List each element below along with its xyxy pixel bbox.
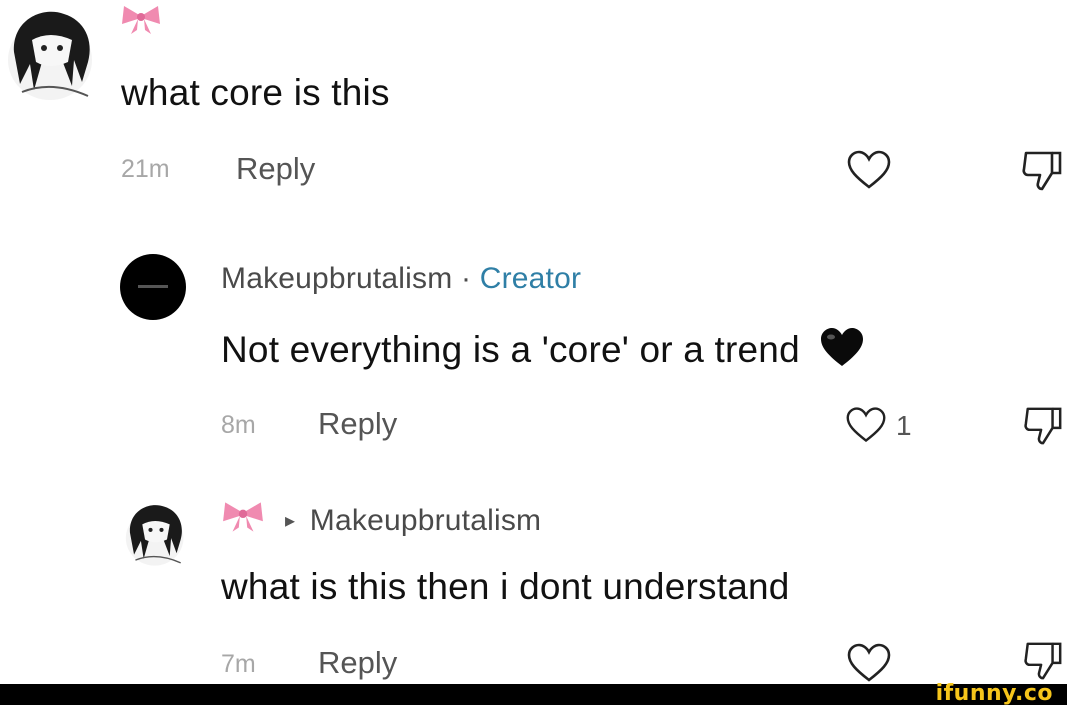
reply-to-username[interactable]: Makeupbrutalism (310, 504, 541, 537)
user-avatar[interactable] (2, 0, 102, 105)
dislike-icon[interactable] (1022, 640, 1064, 682)
brand-logo-avatar[interactable] (120, 254, 186, 320)
comment-header: Makeupbrutalism · Creator (221, 262, 581, 296)
reply-button[interactable]: Reply (236, 151, 315, 187)
reply-arrow-icon: ▸ (285, 510, 296, 532)
anime-girl-sketch-icon (8, 11, 92, 100)
comment-timestamp: 21m (121, 155, 170, 183)
username[interactable]: Makeupbrutalism (221, 262, 452, 295)
comment-text: Not everything is a 'core' or a trend (221, 329, 800, 370)
like-count: 1 (896, 410, 912, 441)
heart-icon[interactable] (846, 642, 892, 684)
reply-to-header: ▸ Makeupbrutalism (285, 504, 541, 538)
user-avatar[interactable] (121, 497, 191, 569)
dislike-icon[interactable] (1022, 405, 1064, 447)
comment-timestamp: 8m (221, 411, 256, 439)
ifunny-watermark: ifunny.co (935, 681, 1053, 706)
heart-icon[interactable] (845, 405, 887, 445)
pink-bow-icon (223, 502, 263, 532)
anime-girl-sketch-icon (125, 505, 184, 566)
heart-icon[interactable] (846, 149, 892, 191)
comment-text: what is this then i dont understand (221, 566, 790, 607)
pink-bow-icon (122, 6, 160, 34)
comment-timestamp: 7m (221, 650, 256, 678)
black-heart-emoji-icon (821, 328, 864, 366)
reply-button[interactable]: Reply (318, 406, 397, 442)
comment-body: Not everything is a 'core' or a trend (221, 326, 866, 371)
watermark-bar (0, 684, 1067, 705)
creator-badge: Creator (479, 262, 582, 295)
comment-text: what core is this (121, 72, 390, 113)
separator: · (460, 262, 472, 295)
dislike-icon[interactable] (1020, 149, 1064, 193)
reply-button[interactable]: Reply (318, 645, 397, 681)
